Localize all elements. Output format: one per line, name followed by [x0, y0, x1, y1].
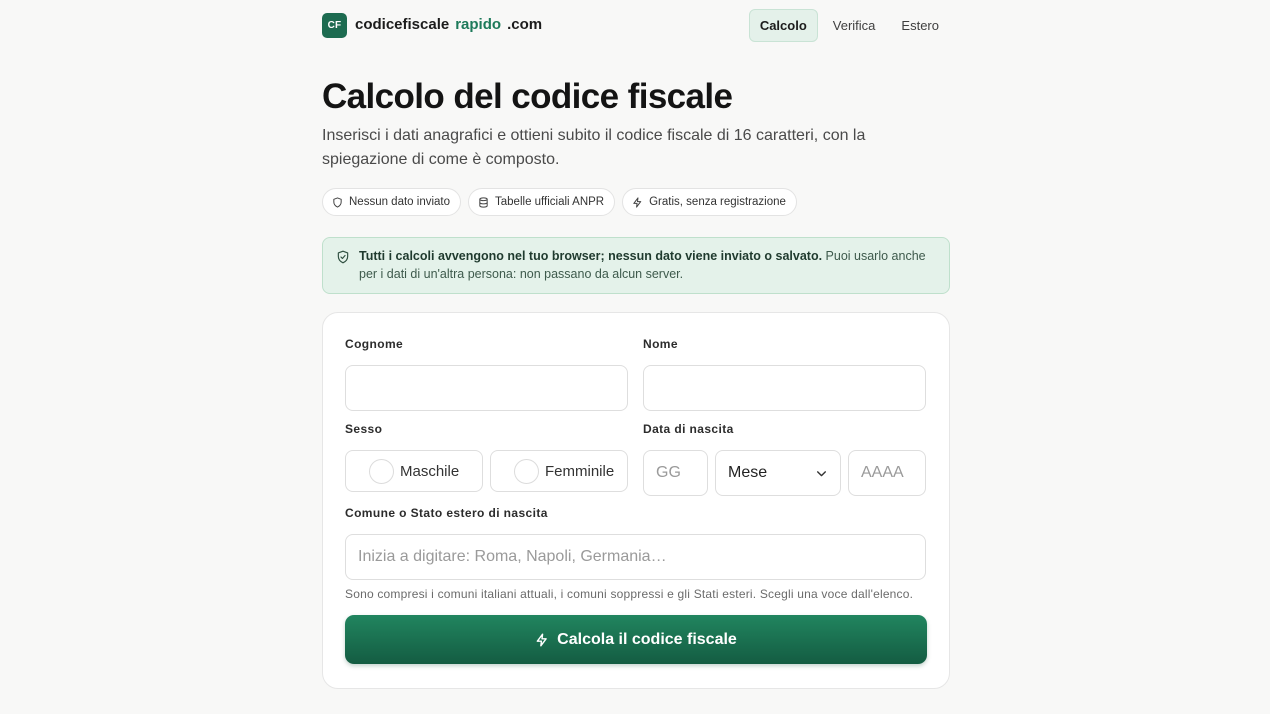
nav-estero[interactable]: Estero: [890, 9, 950, 42]
calcola-button-label: Calcola il codice fiscale: [557, 630, 737, 648]
feature-pills: Nessun dato inviato Tabelle ufficiali AN…: [322, 188, 950, 216]
nav-calcolo[interactable]: Calcolo: [748, 8, 818, 42]
radio-circle: [514, 458, 539, 484]
site-header: CF codicefiscale rapido .com Calcolo Verif…: [322, 0, 950, 50]
sesso-field: Sesso Maschile Femminile: [345, 422, 628, 492]
data-nascita-label: Data di nascita: [643, 422, 734, 436]
pill-label: Tabelle ufficiali ANPR: [495, 196, 605, 208]
calcola-button[interactable]: Calcola il codice fiscale: [345, 615, 927, 664]
shield-icon: [333, 196, 342, 208]
comune-input[interactable]: Inizia a digitare: Roma, Napoli, Germani…: [345, 534, 926, 580]
pill-no-data: Nessun dato inviato: [322, 188, 462, 216]
notice-bold: Tutti i calcoli avvengono nel tuo browse…: [359, 249, 823, 263]
nome-label: Nome: [643, 337, 678, 351]
comune-hint: Sono compresi i comuni italiani attuali,…: [345, 587, 914, 601]
nome-input[interactable]: [643, 365, 926, 411]
radio-maschile[interactable]: Maschile: [345, 450, 483, 492]
main-nav: Calcolo Verifica Estero: [748, 8, 950, 42]
nome-field: Nome: [643, 337, 926, 411]
pill-label: Gratis, senza registrazione: [649, 196, 786, 208]
form-card: Cognome Nome Sesso Maschile Femminile Da…: [322, 312, 950, 689]
bolt-icon: [536, 632, 547, 647]
anno-input[interactable]: AAAA: [848, 450, 926, 496]
radio-circle: [369, 458, 394, 484]
bolt-icon: [633, 196, 642, 208]
cognome-input[interactable]: [345, 365, 628, 411]
mese-select[interactable]: Mese: [715, 450, 841, 496]
comune-field: Comune o Stato estero di nascita Inizia …: [345, 506, 926, 601]
brand-name: codicefiscale: [355, 16, 450, 33]
pill-anpr: Tabelle ufficiali ANPR: [468, 188, 616, 216]
cognome-label: Cognome: [345, 337, 404, 351]
pill-label: Nessun dato inviato: [349, 196, 451, 208]
brand-logo-link[interactable]: CF codicefiscale rapido .com: [322, 12, 543, 38]
sesso-label: Sesso: [345, 422, 383, 436]
page-title: Calcolo del codice fiscale: [322, 77, 733, 116]
database-icon: [479, 196, 488, 208]
brand-tld: .com: [507, 16, 543, 33]
comune-label: Comune o Stato estero di nascita: [345, 506, 548, 520]
giorno-input[interactable]: GG: [643, 450, 708, 496]
logo-badge: CF: [322, 12, 347, 38]
brand-accent: rapido: [455, 16, 502, 33]
radio-femminile[interactable]: Femminile: [490, 450, 628, 492]
mese-value: Mese: [728, 464, 768, 481]
radio-label: Maschile: [400, 462, 460, 480]
page-subtitle: Inserisci i dati anagrafici e ottieni su…: [322, 127, 866, 168]
shield-check-icon: [337, 250, 349, 264]
nav-verifica[interactable]: Verifica: [822, 9, 887, 42]
privacy-notice: Tutti i calcoli avvengono nel tuo browse…: [322, 237, 950, 294]
data-nascita-field: Data di nascita GG Mese AAAA: [643, 422, 926, 496]
cognome-field: Cognome: [345, 337, 628, 411]
radio-label: Femminile: [545, 462, 615, 480]
pill-free: Gratis, senza registrazione: [622, 188, 797, 216]
chevron-down-icon: [817, 470, 826, 476]
